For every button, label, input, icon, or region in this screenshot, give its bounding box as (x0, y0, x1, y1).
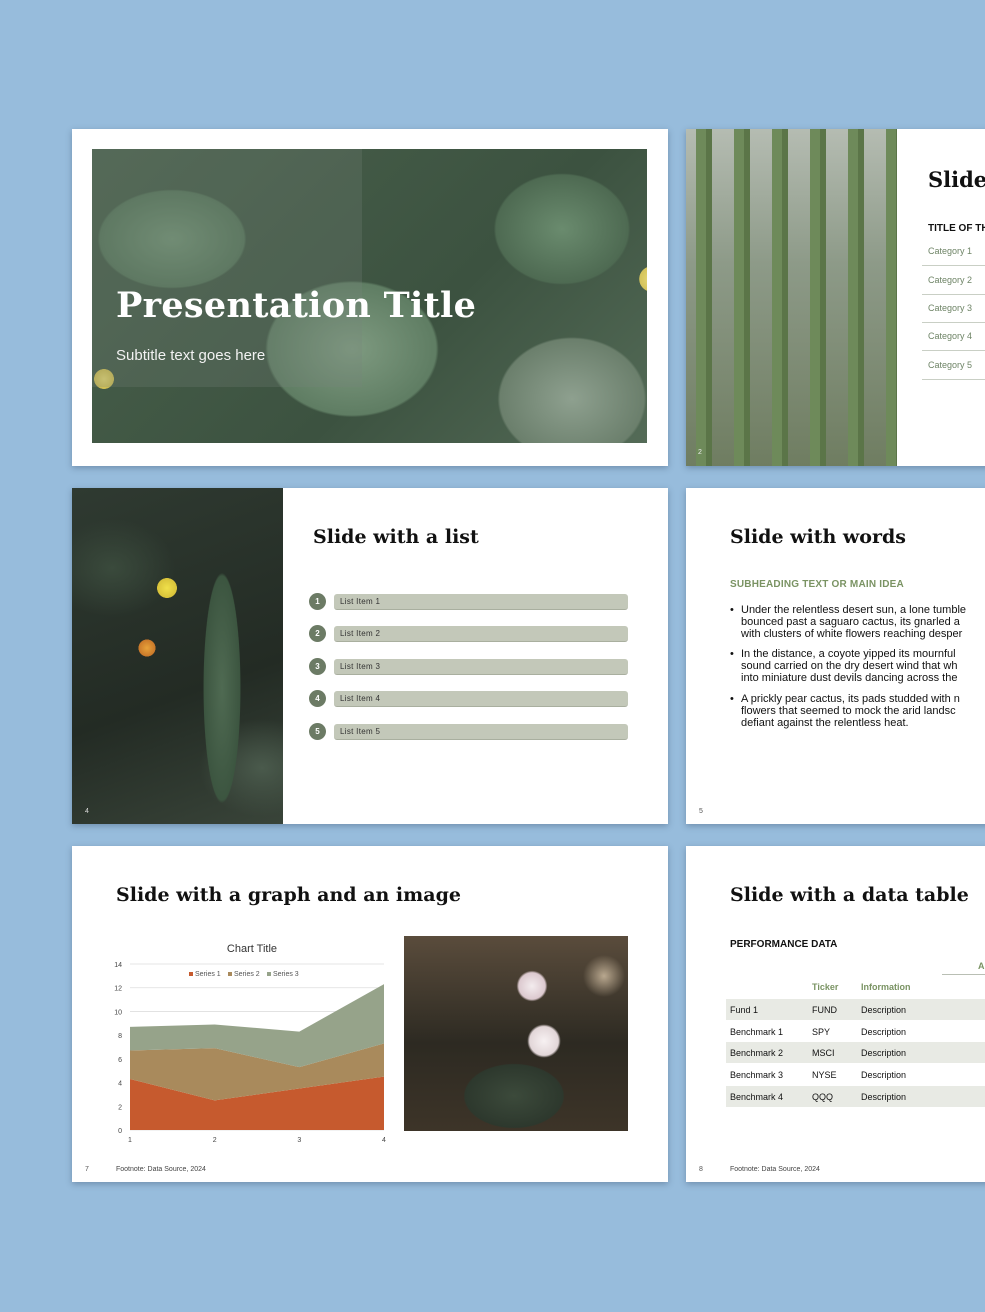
bullet-item: • In the distance, a coyote yipped its mo… (730, 648, 958, 684)
slide-subheading: TITLE OF TH (928, 223, 985, 234)
legend-swatch (189, 972, 193, 976)
y-tick-label: 0 (118, 1128, 122, 1135)
slide-2-thumbnail[interactable]: 2 Slide w TITLE OF TH Category 1 Categor… (686, 129, 985, 466)
slide-number: 8 (699, 1166, 703, 1173)
y-tick-label: 8 (118, 1033, 122, 1040)
chart-title: Chart Title (227, 943, 277, 955)
y-tick-label: 12 (114, 986, 122, 993)
list-item: 3 List Item 3 (309, 658, 629, 676)
table-title: PERFORMANCE DATA (730, 939, 838, 950)
legend-label: Series 3 (273, 971, 299, 978)
bullet-item: • Under the relentless desert sun, a lone… (730, 604, 967, 640)
list-bar: List Item 4 (334, 691, 628, 707)
slide-number: 4 (85, 808, 89, 815)
y-tick-label: 4 (118, 1081, 122, 1088)
cactus-paddles-photo: Presentation Title Subtitle text goes he… (92, 149, 647, 443)
footnote: Footnote: Data Source, 2024 (730, 1166, 820, 1173)
slide-number: 2 (698, 449, 702, 456)
flowering-cactus-photo (72, 488, 283, 824)
legend-label: Series 2 (234, 971, 260, 978)
slide-number: 7 (85, 1166, 89, 1173)
y-tick-label: 6 (118, 1057, 122, 1064)
category-item: Category 5 (922, 351, 985, 380)
y-tick-label: 2 (118, 1104, 122, 1111)
list-item: 4 List Item 4 (309, 690, 629, 708)
table-row: Benchmark 3 NYSE Description (730, 1070, 907, 1080)
list-number-badge: 3 (309, 658, 326, 675)
list-number-badge: 2 (309, 625, 326, 642)
list-item: 1 List Item 1 (309, 593, 629, 611)
table-group-divider (942, 974, 985, 975)
y-tick-label: 10 (114, 1009, 122, 1016)
list-item: 5 List Item 5 (309, 723, 629, 741)
category-item: Category 4 (922, 322, 985, 351)
table-group-header: A (978, 961, 985, 971)
legend-swatch (267, 972, 271, 976)
table-row: Fund 1 FUND Description (726, 999, 985, 1020)
footnote: Footnote: Data Source, 2024 (116, 1166, 206, 1173)
x-tick-label: 1 (128, 1137, 132, 1144)
slide-heading: Slide w (928, 167, 985, 192)
legend-swatch (228, 972, 232, 976)
slide-subheading: SUBHEADING TEXT OR MAIN IDEA (730, 579, 904, 590)
white-flower-cactus-photo (404, 936, 628, 1131)
presentation-subtitle: Subtitle text goes here (116, 347, 266, 364)
slide-heading: Slide with words (730, 526, 906, 548)
list-bar: List Item 5 (334, 724, 628, 740)
presentation-title: Presentation Title (116, 285, 477, 326)
slide-heading: Slide with a graph and an image (116, 884, 461, 906)
list-number-badge: 4 (309, 690, 326, 707)
columnar-cactus-photo (686, 129, 897, 466)
bullet-item: • A prickly pear cactus, its pads studded… (730, 693, 960, 729)
slide-1-thumbnail[interactable]: Presentation Title Subtitle text goes he… (72, 129, 668, 466)
category-item: Category 1 (922, 237, 985, 266)
table-row: Benchmark 1 SPY Description (730, 1027, 907, 1037)
column-header-information: Information (861, 982, 911, 992)
x-tick-label: 2 (213, 1137, 217, 1144)
x-tick-label: 3 (297, 1137, 301, 1144)
slide-3-thumbnail[interactable]: 4 Slide with a list 1 List Item 1 2 List… (72, 488, 668, 824)
area-chart: Chart Title Series 1 Series 2 Series 3 0 2 4… (114, 943, 386, 1144)
y-tick-label: 14 (114, 962, 122, 969)
table-row: Benchmark 2 MSCI Description (726, 1042, 985, 1063)
slide-4-thumbnail[interactable]: Slide with words SUBHEADING TEXT OR MAIN… (686, 488, 985, 824)
slide-heading: Slide with a data table (730, 884, 969, 906)
list-item: 2 List Item 2 (309, 625, 629, 643)
table-row: Benchmark 4 QQQ Description (726, 1086, 985, 1107)
category-item: Category 3 (922, 294, 985, 323)
x-tick-label: 4 (382, 1137, 386, 1144)
slide-heading: Slide with a list (313, 526, 479, 548)
list-bar: List Item 1 (334, 594, 628, 610)
category-item: Category 2 (922, 266, 985, 295)
slide-6-thumbnail[interactable]: Slide with a data table PERFORMANCE DATA… (686, 846, 985, 1182)
list-bar: List Item 3 (334, 659, 628, 675)
slide-number: 5 (699, 808, 703, 815)
list-bar: List Item 2 (334, 626, 628, 642)
list-number-badge: 5 (309, 723, 326, 740)
list-number-badge: 1 (309, 593, 326, 610)
legend-label: Series 1 (195, 971, 221, 978)
slide-5-thumbnail[interactable]: Slide with a graph and an image Chart Ti… (72, 846, 668, 1182)
column-header-ticker: Ticker (812, 982, 839, 992)
